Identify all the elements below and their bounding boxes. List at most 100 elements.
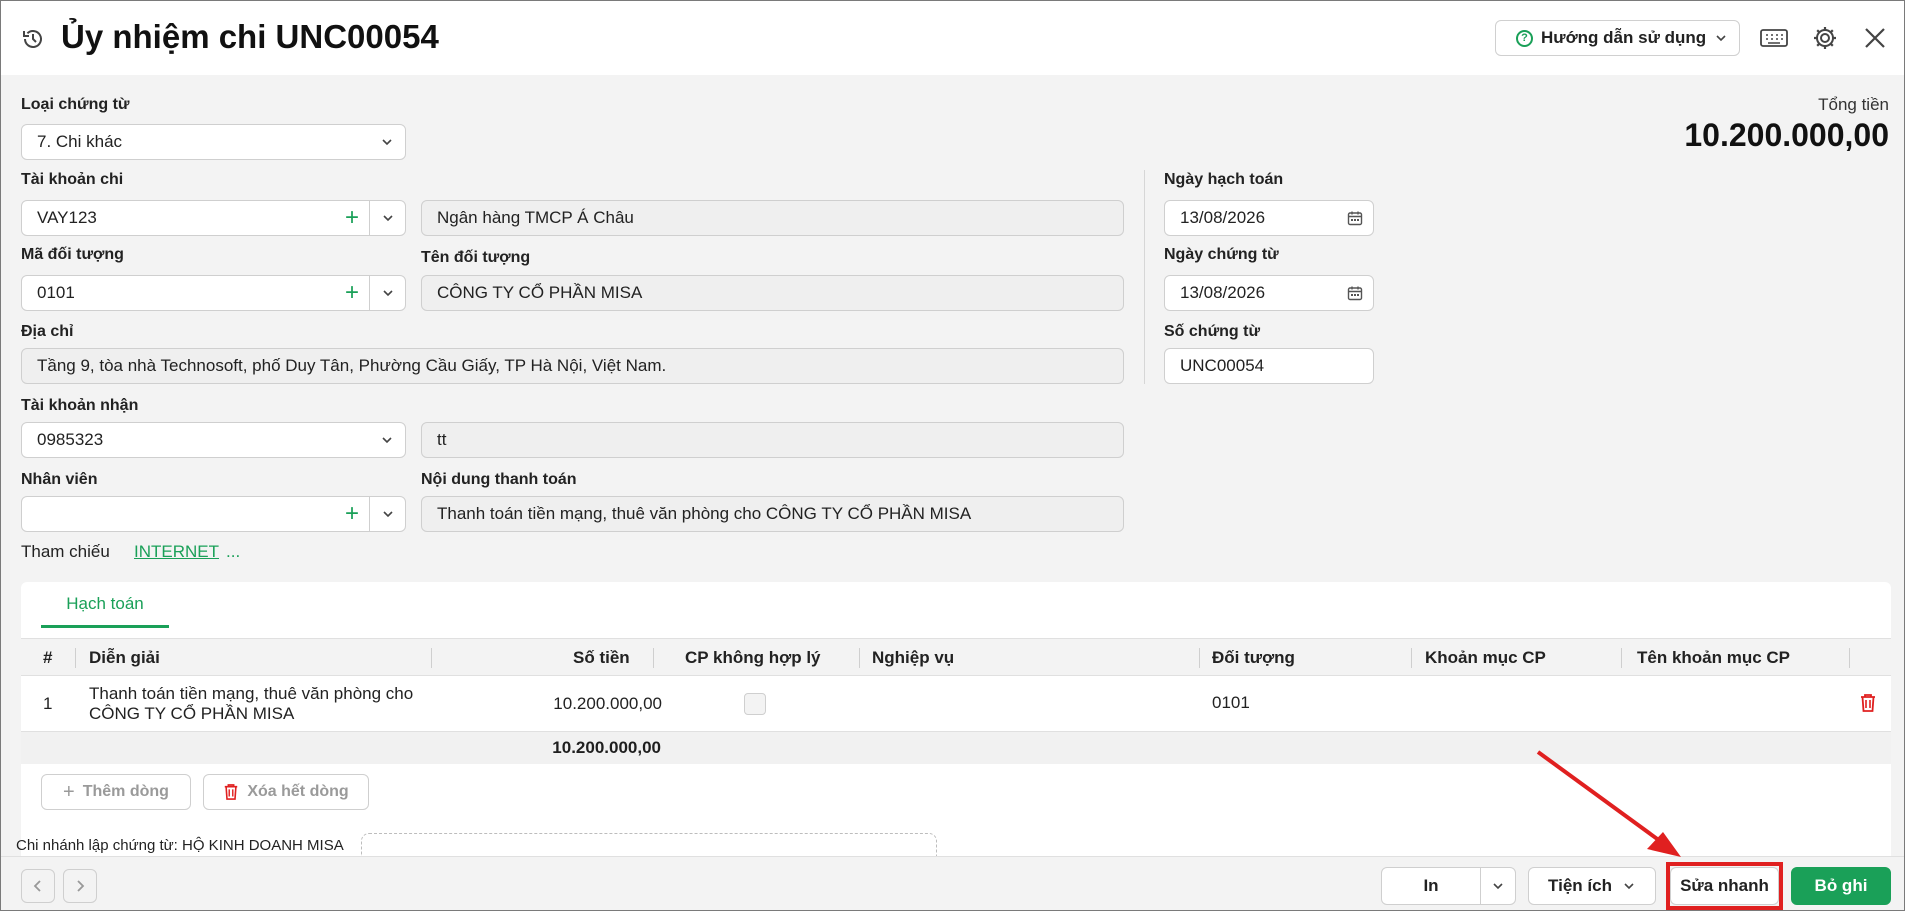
dashed-placeholder [361, 833, 937, 857]
total-value: 10.200.000,00 [1684, 117, 1889, 153]
add-icon[interactable]: + [335, 500, 369, 528]
row-index: 1 [43, 694, 53, 713]
tab-hach-toan[interactable]: Hạch toán [41, 582, 169, 628]
reference-more-button[interactable]: ... [226, 542, 240, 562]
posting-date-label: Ngày hạch toán [1164, 171, 1284, 188]
voucher-number-field[interactable]: UNC00054 [1164, 348, 1374, 384]
object-code-label: Mã đối tượng [21, 246, 124, 263]
payment-content-label: Nội dung thanh toán [421, 471, 577, 488]
voucher-date-field[interactable]: 13/08/2026 [1164, 275, 1374, 311]
chevron-down-icon [369, 423, 405, 457]
highlight-box [1666, 862, 1783, 910]
calendar-icon[interactable] [1337, 285, 1373, 301]
employee-label: Nhân viên [21, 471, 98, 488]
object-code-value: 0101 [37, 283, 75, 302]
voucher-type-value: 7. Chi khác [37, 132, 123, 151]
row-description-line1: Thanh toán tiền mạng, thuê văn phòng cho [89, 684, 414, 703]
calendar-icon[interactable] [1337, 210, 1373, 226]
column-separator [653, 648, 654, 668]
col-header-operation: Nghiệp vụ [872, 648, 955, 667]
col-header-object: Đối tượng [1212, 648, 1295, 667]
address-label: Địa chỉ [21, 323, 74, 340]
title-bar: Ủy nhiệm chi UNC00054 ? Hướng dẫn sử dụn… [1, 1, 1904, 75]
object-code-combo[interactable]: 0101 + [21, 275, 406, 311]
utilities-button[interactable]: Tiện ích [1528, 867, 1656, 905]
chevron-right-icon [77, 880, 85, 892]
payment-content-field[interactable]: Thanh toán tiền mạng, thuê văn phòng cho… [421, 496, 1124, 532]
col-header-cost-item-name: Tên khoản mục CP [1637, 648, 1791, 667]
reference-link[interactable]: INTERNET [134, 542, 219, 562]
voucher-type-select[interactable]: 7. Chi khác [21, 124, 406, 160]
object-name-label: Tên đối tượng [421, 249, 531, 266]
object-name-field[interactable]: CÔNG TY CỔ PHẦN MISA [421, 275, 1124, 311]
col-header-cost-item: Khoản mục CP [1425, 648, 1546, 667]
reference-label: Tham chiếu [21, 542, 110, 561]
add-icon[interactable]: + [335, 204, 369, 232]
total-label: Tổng tiền [1818, 95, 1889, 114]
add-row-button[interactable]: + Thêm dòng [41, 774, 191, 810]
col-header-description: Diễn giải [89, 648, 160, 667]
gear-icon[interactable] [1810, 23, 1840, 53]
unpost-button[interactable]: Bỏ ghi [1791, 867, 1891, 905]
footer-toolbar: In Tiện ích Sửa nhanh Bỏ ghi [1, 856, 1904, 910]
posting-date-value: 13/08/2026 [1180, 208, 1266, 227]
column-separator [431, 648, 432, 668]
total-row: 10.200.000,00 [21, 732, 1891, 764]
receiving-bank-value: tt [437, 430, 447, 449]
chevron-down-icon[interactable] [369, 497, 405, 531]
col-header-index: # [43, 648, 53, 667]
address-value: Tầng 9, tòa nhà Technosoft, phố Duy Tân,… [37, 356, 667, 375]
keyboard-icon[interactable] [1759, 23, 1789, 53]
col-header-amount: Số tiền [573, 648, 630, 667]
print-button[interactable]: In [1381, 867, 1481, 905]
column-separator [1621, 648, 1622, 668]
table-row[interactable]: 1 Thanh toán tiền mạng, thuê văn phòng c… [21, 676, 1891, 732]
voucher-date-label: Ngày chứng từ [1164, 246, 1279, 263]
paying-account-combo[interactable]: VAY123 + [21, 200, 406, 236]
chevron-down-icon [1493, 883, 1503, 890]
address-field[interactable]: Tầng 9, tòa nhà Technosoft, phố Duy Tân,… [21, 348, 1124, 384]
voucher-date-value: 13/08/2026 [1180, 283, 1266, 302]
voucher-number-label: Số chứng từ [1164, 323, 1261, 340]
voucher-type-label: Loại chứng từ [21, 96, 130, 113]
chevron-down-icon [1624, 883, 1634, 890]
employee-combo[interactable]: + [21, 496, 406, 532]
unreasonable-cost-checkbox[interactable] [744, 693, 766, 715]
trash-icon[interactable] [1859, 693, 1877, 718]
chevron-down-icon [1716, 35, 1726, 42]
column-divider [1144, 170, 1145, 384]
row-object: 0101 [1212, 693, 1250, 712]
next-button[interactable] [63, 869, 97, 903]
payment-content-value: Thanh toán tiền mạng, thuê văn phòng cho… [437, 504, 972, 523]
close-icon[interactable] [1860, 23, 1890, 53]
grid-header: # Diễn giải Số tiền CP không hợp lý Nghi… [21, 638, 1891, 676]
paying-account-value: VAY123 [37, 208, 97, 227]
question-icon: ? [1516, 29, 1533, 47]
receiving-account-select[interactable]: 0985323 [21, 422, 406, 458]
posting-date-field[interactable]: 13/08/2026 [1164, 200, 1374, 236]
page-title: Ủy nhiệm chi UNC00054 [61, 18, 439, 55]
column-separator [859, 648, 860, 668]
branch-text: Chi nhánh lập chứng từ: HỘ KINH DOANH MI… [16, 837, 344, 854]
paying-bank-name: Ngân hàng TMCP Á Châu [421, 200, 1124, 236]
voucher-window: Ủy nhiệm chi UNC00054 ? Hướng dẫn sử dụn… [0, 0, 1905, 911]
voucher-number-value: UNC00054 [1180, 356, 1265, 375]
print-dropdown-button[interactable] [1480, 867, 1516, 905]
delete-all-rows-button[interactable]: Xóa hết dòng [203, 774, 369, 810]
help-button[interactable]: ? Hướng dẫn sử dụng [1495, 20, 1740, 56]
col-header-unreasonable-cost: CP không hợp lý [685, 648, 821, 667]
add-icon[interactable]: + [335, 279, 369, 307]
receiving-account-label: Tài khoản nhận [21, 397, 139, 414]
receiving-bank-field[interactable]: tt [421, 422, 1124, 458]
trash-icon [225, 784, 238, 800]
chevron-down-icon [369, 125, 405, 159]
row-description-line2: CÔNG TY CỔ PHẦN MISA [89, 704, 295, 723]
history-icon[interactable] [20, 26, 46, 52]
utilities-label: Tiện ích [1548, 876, 1612, 895]
column-separator [75, 648, 76, 668]
chevron-down-icon[interactable] [369, 201, 405, 235]
prev-button[interactable] [21, 869, 55, 903]
help-label: Hướng dẫn sử dụng [1541, 28, 1707, 47]
receiving-account-value: 0985323 [37, 430, 104, 449]
chevron-down-icon[interactable] [369, 276, 405, 310]
